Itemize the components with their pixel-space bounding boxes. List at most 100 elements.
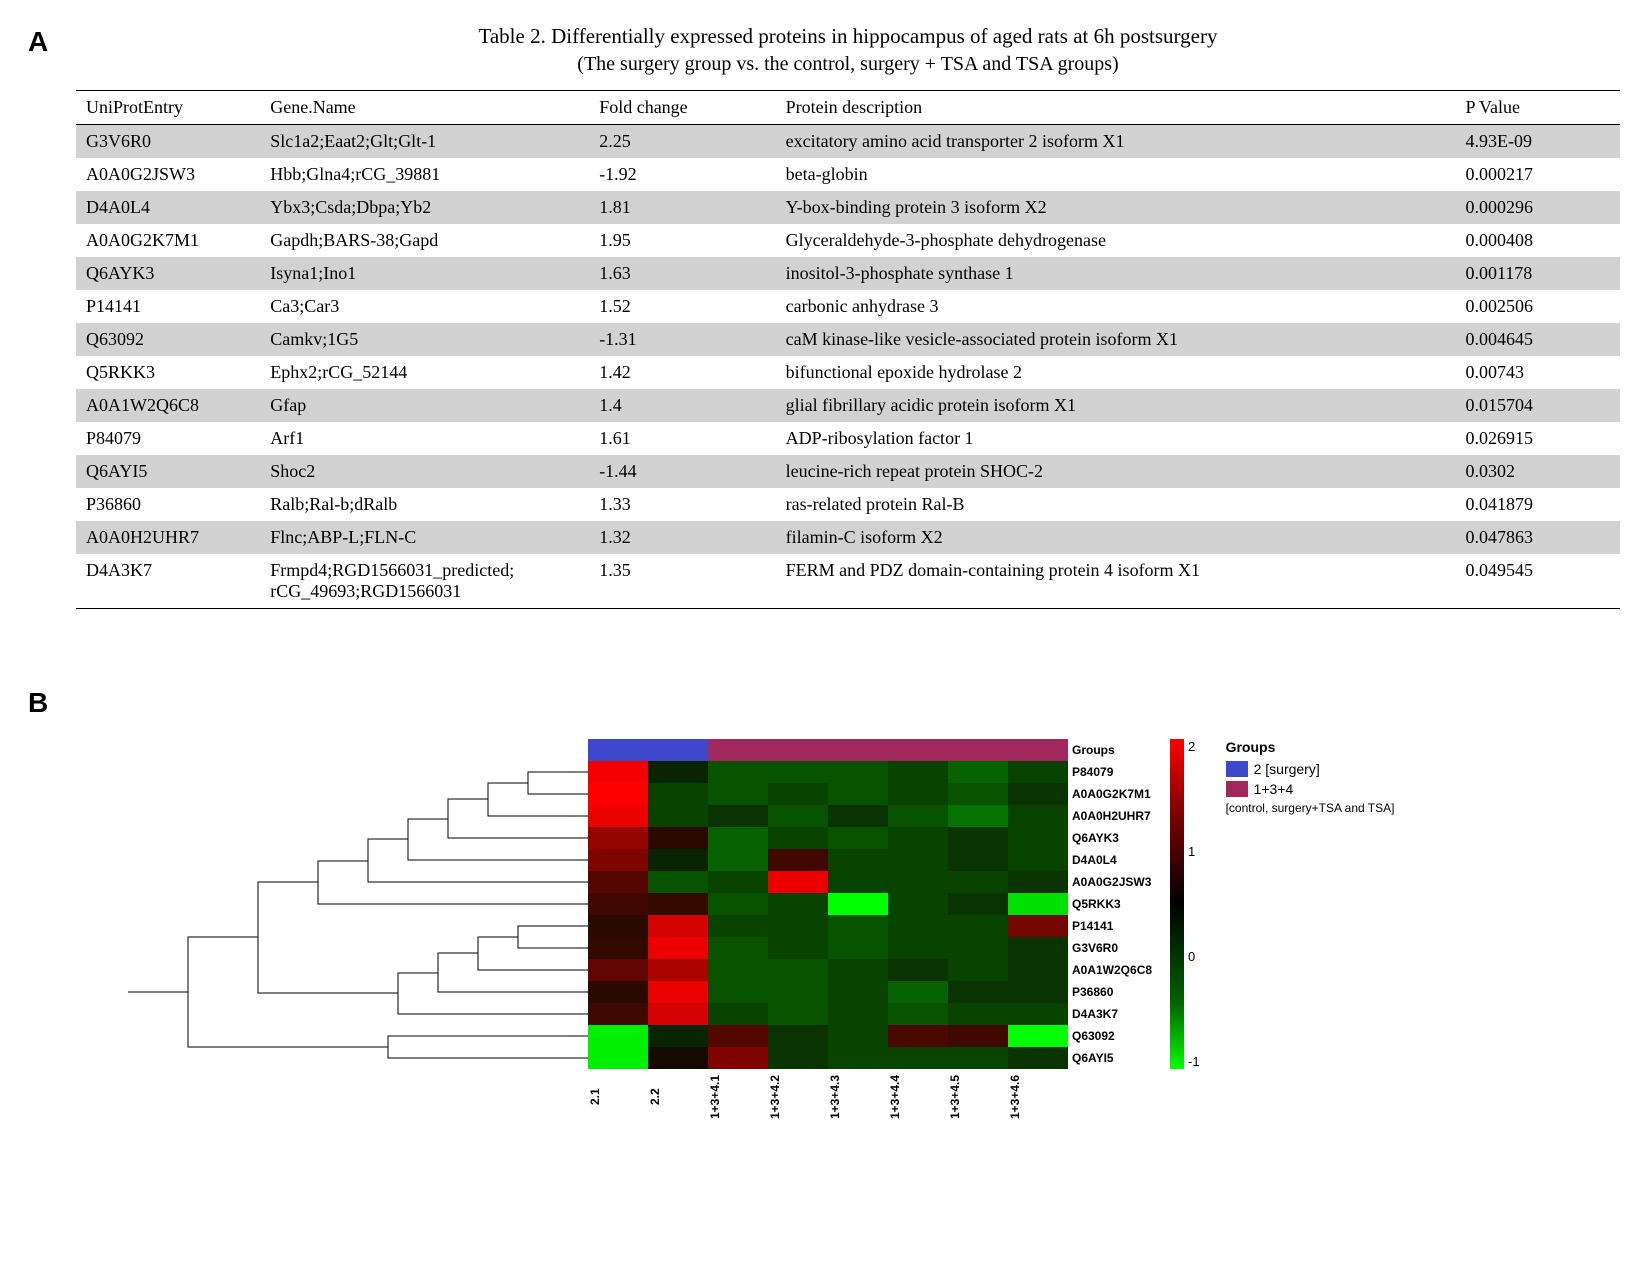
colorbar xyxy=(1170,739,1184,1069)
table-cell: 0.015704 xyxy=(1455,389,1620,422)
heatmap-cell xyxy=(588,893,648,915)
table-cell: Gfap xyxy=(260,389,589,422)
heatmap-cell xyxy=(1008,915,1068,937)
heatmap-cell xyxy=(828,827,888,849)
legend-swatch xyxy=(1226,781,1248,797)
group-cell xyxy=(708,739,768,761)
table-row: Q5RKK3Ephx2;rCG_521441.42bifunctional ep… xyxy=(76,356,1620,389)
table-cell: Isyna1;Ino1 xyxy=(260,257,589,290)
heatmap-cell xyxy=(768,849,828,871)
heatmap-cell xyxy=(828,1025,888,1047)
heatmap-cell xyxy=(1008,805,1068,827)
colorbar-tick: 0 xyxy=(1188,949,1200,964)
heatmap-cell xyxy=(768,981,828,1003)
table-cell: Q6AYI5 xyxy=(76,455,260,488)
heatmap-cell xyxy=(648,761,708,783)
heatmap-cell xyxy=(708,805,768,827)
heatmap-cell xyxy=(888,1025,948,1047)
heatmap-cell xyxy=(828,959,888,981)
table-cell: caM kinase-like vesicle-associated prote… xyxy=(776,323,1456,356)
table-cell: Arf1 xyxy=(260,422,589,455)
heatmap-cell xyxy=(708,827,768,849)
panel-a-label: A xyxy=(28,24,76,58)
column-header: P Value xyxy=(1455,91,1620,125)
table-cell: Q63092 xyxy=(76,323,260,356)
heatmap-cell xyxy=(888,849,948,871)
heatmap-cell xyxy=(828,915,888,937)
colorbar-tick: 1 xyxy=(1188,844,1200,859)
heatmap-cell xyxy=(708,849,768,871)
heatmap-cell xyxy=(768,937,828,959)
heatmap-cell xyxy=(708,1025,768,1047)
row-label: P36860 xyxy=(1072,985,1152,999)
table-cell: 4.93E-09 xyxy=(1455,125,1620,159)
group-cell xyxy=(948,739,1008,761)
heatmap-cell xyxy=(1008,937,1068,959)
heatmap-cell xyxy=(1008,871,1068,893)
heatmap-cell xyxy=(948,959,1008,981)
group-bar xyxy=(588,739,1068,761)
heatmap-cell xyxy=(888,827,948,849)
table-cell: 1.33 xyxy=(589,488,775,521)
table-cell: 1.4 xyxy=(589,389,775,422)
table-cell: 1.61 xyxy=(589,422,775,455)
heatmap-cell xyxy=(828,981,888,1003)
heatmap-cell xyxy=(708,1003,768,1025)
table-cell: 1.42 xyxy=(589,356,775,389)
table-cell: Q5RKK3 xyxy=(76,356,260,389)
heatmap-cell xyxy=(1008,1003,1068,1025)
heatmap-cell xyxy=(588,981,648,1003)
right-block: 210-1 Groups 2 [surgery]1+3+4 [control, … xyxy=(1170,739,1394,1069)
column-label: 2.2 xyxy=(648,1075,708,1121)
table-cell: -1.92 xyxy=(589,158,775,191)
heatmap-cell xyxy=(1008,827,1068,849)
heatmap-cell xyxy=(588,827,648,849)
heatmap-cell xyxy=(888,1047,948,1069)
groups-header-label: Groups xyxy=(1072,743,1152,757)
heatmap-cell xyxy=(768,893,828,915)
legend-label: 2 [surgery] xyxy=(1254,761,1320,777)
table-cell: 1.81 xyxy=(589,191,775,224)
heatmap-cell xyxy=(768,805,828,827)
heatmap-cell xyxy=(888,981,948,1003)
heatmap-grid xyxy=(588,761,1068,1069)
row-labels: GroupsP84079A0A0G2K7M1A0A0H2UHR7Q6AYK3D4… xyxy=(1072,739,1152,1069)
heatmap-cell xyxy=(828,893,888,915)
heatmap-cell xyxy=(648,959,708,981)
table-cell: 0.000217 xyxy=(1455,158,1620,191)
heatmap-cell xyxy=(1008,783,1068,805)
legend-subnote: [control, surgery+TSA and TSA] xyxy=(1226,801,1395,815)
heatmap-cell xyxy=(948,981,1008,1003)
table-block: Table 2. Differentially expressed protei… xyxy=(76,24,1620,609)
table-cell: D4A0L4 xyxy=(76,191,260,224)
table-cell: 0.026915 xyxy=(1455,422,1620,455)
heatmap-cell xyxy=(708,915,768,937)
heatmap-cell xyxy=(948,805,1008,827)
table-row: G3V6R0Slc1a2;Eaat2;Glt;Glt-12.25excitato… xyxy=(76,125,1620,159)
heatmap-cell xyxy=(588,1003,648,1025)
legend-item: 1+3+4 xyxy=(1226,781,1395,797)
heatmap-cell xyxy=(588,783,648,805)
heatmap-cell xyxy=(888,761,948,783)
table-cell: A0A1W2Q6C8 xyxy=(76,389,260,422)
table-cell: 0.047863 xyxy=(1455,521,1620,554)
colorbar-ticks: 210-1 xyxy=(1188,739,1200,1069)
table-cell: Gapdh;BARS-38;Gapd xyxy=(260,224,589,257)
heatmap-cell xyxy=(888,805,948,827)
heatmap-cell xyxy=(828,1003,888,1025)
table-cell: Ralb;Ral-b;dRalb xyxy=(260,488,589,521)
table-cell: A0A0G2JSW3 xyxy=(76,158,260,191)
table-cell: leucine-rich repeat protein SHOC-2 xyxy=(776,455,1456,488)
heatmap-cell xyxy=(888,871,948,893)
heatmap-cell xyxy=(708,783,768,805)
table-cell: D4A3K7 xyxy=(76,554,260,609)
heatmap-cell xyxy=(1008,893,1068,915)
heatmap-cell xyxy=(768,1003,828,1025)
table-cell: 0.001178 xyxy=(1455,257,1620,290)
heatmap-cell xyxy=(768,1025,828,1047)
heatmap-cell xyxy=(708,959,768,981)
table-cell: P84079 xyxy=(76,422,260,455)
heatmap-cell xyxy=(1008,761,1068,783)
table-row: P36860Ralb;Ral-b;dRalb1.33ras-related pr… xyxy=(76,488,1620,521)
table-row: Q63092Camkv;1G5-1.31caM kinase-like vesi… xyxy=(76,323,1620,356)
